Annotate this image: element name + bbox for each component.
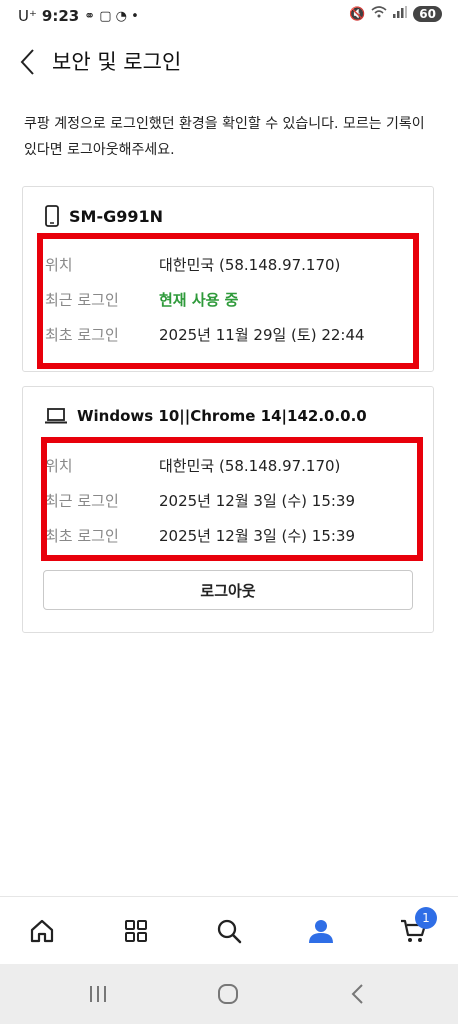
first-login-row: 최초 로그인 2025년 12월 3일 (수) 15:39: [23, 520, 431, 550]
back-button[interactable]: [12, 44, 42, 80]
first-login-value: 2025년 12월 3일 (수) 15:39: [159, 527, 356, 545]
status-left: U⁺ 9:23 ⚭ ▢ ◔ •: [18, 7, 139, 25]
system-home-button[interactable]: [206, 978, 250, 1010]
wifi-icon: [371, 6, 387, 22]
location-value: 대한민국 (58.148.97.170): [159, 256, 341, 274]
home-circle-icon: [218, 984, 238, 1004]
page-description: 쿠팡 계정으로 로그인했던 환경을 확인할 수 있습니다. 모르는 기록이 있다…: [24, 116, 425, 158]
notification-icons: ⚭ ▢ ◔ •: [84, 8, 139, 24]
location-label: 위치: [45, 457, 73, 475]
status-bar: U⁺ 9:23 ⚭ ▢ ◔ • 🔇 60: [0, 0, 458, 34]
first-login-row: 최초 로그인 2025년 11월 29일 (토) 22:44: [23, 319, 431, 349]
logout-button[interactable]: 로그아웃: [43, 570, 413, 610]
mute-icon: 🔇: [349, 6, 366, 22]
last-login-label: 최근 로그인: [45, 492, 119, 510]
last-login-value: 2025년 12월 3일 (수) 15:39: [159, 492, 356, 510]
last-login-row: 최근 로그인 현재 사용 중: [23, 284, 431, 314]
page-title: 보안 및 로그인: [52, 50, 182, 74]
device-header: Windows 10||Chrome 14|142.0.0.0: [45, 407, 367, 425]
device-name: SM-G991N: [69, 206, 164, 226]
bottom-nav: 1: [0, 896, 458, 965]
recent-apps-icon: [90, 986, 106, 1002]
laptop-icon: [45, 408, 67, 424]
clock: 9:23: [41, 7, 80, 25]
recent-apps-button[interactable]: [76, 978, 120, 1010]
signal-icon: [393, 6, 408, 22]
smartphone-icon: [45, 205, 59, 227]
first-login-label: 최초 로그인: [45, 527, 119, 545]
home-icon: [30, 919, 54, 943]
carrier-label: U⁺: [18, 7, 37, 25]
session-card: SM-G991N 위치 대한민국 (58.148.97.170) 최근 로그인 …: [22, 186, 434, 372]
last-login-value: 현재 사용 중: [159, 291, 239, 309]
system-back-button[interactable]: [336, 978, 380, 1010]
location-value: 대한민국 (58.148.97.170): [159, 457, 341, 475]
nav-search[interactable]: [207, 911, 251, 951]
system-nav-bar: [0, 964, 458, 1024]
location-row: 위치 대한민국 (58.148.97.170): [23, 450, 431, 480]
device-name: Windows 10||Chrome 14|142.0.0.0: [77, 407, 367, 425]
back-arrow-icon: [351, 984, 363, 1004]
session-card: Windows 10||Chrome 14|142.0.0.0 위치 대한민국 …: [22, 386, 434, 633]
battery-indicator: 60: [413, 6, 442, 22]
search-icon: [217, 919, 242, 944]
nav-my-coupang[interactable]: [299, 911, 343, 951]
nav-cart[interactable]: 1: [391, 907, 437, 951]
my-coupang-icon: [309, 920, 333, 943]
app-header: 보안 및 로그인: [0, 40, 458, 84]
last-login-label: 최근 로그인: [45, 291, 119, 309]
first-login-value: 2025년 11월 29일 (토) 22:44: [159, 326, 365, 344]
status-right: 🔇 60: [349, 6, 442, 22]
nav-home[interactable]: [20, 911, 64, 951]
device-header: SM-G991N: [45, 205, 163, 227]
nav-category[interactable]: [114, 911, 158, 951]
chevron-left-icon: [20, 49, 34, 75]
last-login-row: 최근 로그인 2025년 12월 3일 (수) 15:39: [23, 485, 431, 515]
cart-count-badge: 1: [415, 907, 437, 929]
location-label: 위치: [45, 256, 73, 274]
first-login-label: 최초 로그인: [45, 326, 119, 344]
category-icon: [125, 920, 147, 942]
location-row: 위치 대한민국 (58.148.97.170): [23, 249, 431, 279]
